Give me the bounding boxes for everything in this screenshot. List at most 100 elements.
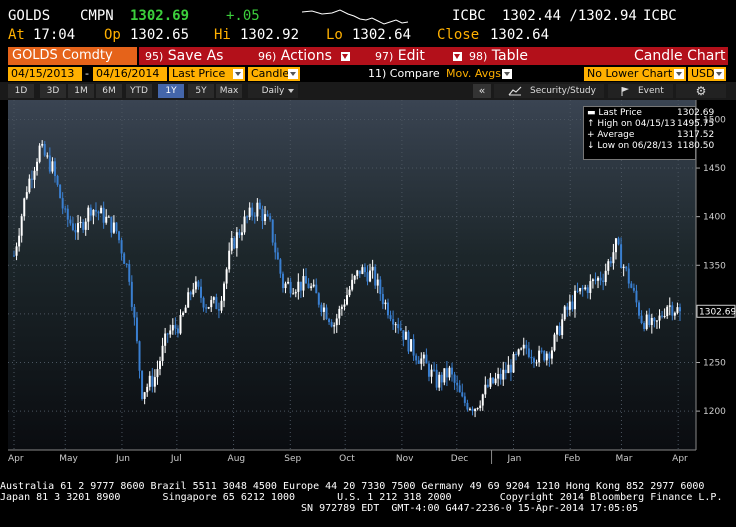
x-tick-label: Jun (115, 454, 130, 464)
ask-source: ICBC (643, 8, 677, 24)
candle-body (182, 312, 185, 316)
candle-body (281, 273, 284, 289)
period-button-3d[interactable]: 3D (40, 84, 66, 98)
candle-body (648, 314, 651, 326)
candle-body (51, 161, 54, 172)
save-as-label: Save As (167, 48, 224, 64)
candle-body (571, 301, 574, 310)
candle-body (517, 349, 520, 355)
price-source: CMPN (80, 8, 114, 24)
candle-body (463, 396, 466, 403)
candle-body (28, 178, 31, 193)
candle-body (430, 369, 433, 377)
frequency-select[interactable]: Daily (248, 84, 298, 98)
candle-body (543, 351, 546, 361)
collapse-button[interactable]: « (473, 84, 491, 98)
mov-avgs-button[interactable]: Mov. Avgs (446, 67, 501, 81)
candle-body (666, 306, 669, 317)
gear-icon: ⚙ (695, 84, 707, 98)
x-tick-label: Aug (228, 454, 246, 464)
x-axis: AprMayJunJulAugSepOctNovDecJanFebMarApr2… (8, 449, 696, 464)
candle-body (415, 355, 418, 361)
candle-body (525, 344, 528, 349)
candle-body (545, 353, 548, 361)
event-button[interactable]: Event (608, 84, 673, 98)
candle-body (18, 235, 21, 247)
start-date: 04/15/2013 (11, 67, 75, 80)
price-type-select[interactable]: Last Price (169, 67, 245, 81)
candle-body (458, 385, 461, 393)
security-field[interactable]: GOLDS Comdty (8, 47, 137, 65)
period-button-1y[interactable]: 1Y (158, 84, 184, 98)
candle-body (494, 378, 497, 384)
legend-item: ↓ Low on 06/28/13 1180.50 (587, 141, 714, 152)
candle-body (302, 276, 305, 291)
edit-menu[interactable]: 97) Edit (375, 47, 463, 65)
x-tick-label: Oct (339, 454, 355, 464)
candle-body (171, 325, 174, 331)
currency-select[interactable]: USD (688, 67, 726, 81)
candle-body (343, 304, 346, 307)
event-label: Event (638, 86, 664, 96)
security-name: GOLDS Comdty (12, 48, 113, 63)
candle-body (138, 341, 141, 371)
period-button-6m[interactable]: 6M (96, 84, 122, 98)
lower-chart-select[interactable]: No Lower Chart (584, 67, 686, 81)
x-tick-label: Nov (396, 454, 414, 464)
footer-line-1: Australia 61 2 9777 8600 Brazil 5511 304… (0, 481, 705, 492)
period-button-1m[interactable]: 1M (68, 84, 94, 98)
candle-body (620, 244, 623, 268)
candle-body (13, 255, 15, 257)
candle-body (638, 302, 641, 316)
compare-button[interactable]: 11) Compare (368, 67, 440, 81)
candle-body (33, 170, 36, 180)
candle-body (151, 375, 154, 387)
candle-body (363, 267, 366, 273)
end-date-field[interactable]: 04/16/2014 (93, 67, 167, 81)
settings-button[interactable]: ⚙ (676, 84, 726, 98)
chart-style-select[interactable]: Candle (248, 67, 300, 81)
x-tick-label: Jan (507, 454, 522, 464)
period-button-ytd[interactable]: YTD (126, 84, 152, 98)
candle-body (192, 289, 195, 295)
candle-body (412, 339, 415, 356)
start-date-field[interactable]: 04/15/2013 (8, 67, 82, 81)
candle-body (653, 317, 656, 322)
y-tick-label: 1450 (703, 164, 726, 174)
candle-body (199, 286, 202, 298)
candle-body (612, 252, 615, 264)
candle-body (312, 284, 315, 287)
candle-body (358, 270, 361, 274)
candle-body (443, 368, 446, 383)
candle-body (538, 350, 541, 363)
actions-menu[interactable]: 96) Actions (258, 47, 351, 65)
chart-title: Candle Chart (634, 48, 726, 64)
candle-body (261, 208, 264, 221)
candle-body (468, 408, 471, 410)
candle-body (164, 333, 167, 346)
candle-body (112, 222, 115, 233)
candle-body (461, 392, 464, 397)
period-button-max[interactable]: Max (216, 84, 242, 98)
security-study-button[interactable]: Security/Study (494, 84, 604, 98)
legend-value: 1317.52 (677, 130, 715, 140)
table-button[interactable]: 98) Table (469, 47, 528, 65)
candle-body (46, 155, 49, 157)
save-as-button[interactable]: 95) Save As (145, 47, 223, 65)
candle-body (627, 268, 630, 284)
candle-body (556, 326, 559, 335)
candle-body (230, 238, 233, 251)
period-button-5y[interactable]: 5Y (188, 84, 214, 98)
candle-body (609, 261, 612, 264)
chevron-down-icon (341, 51, 351, 61)
period-button-1d[interactable]: 1D (8, 84, 34, 98)
candle-body (504, 369, 507, 374)
candle-body (392, 319, 395, 325)
chevron-down-icon[interactable] (502, 69, 512, 79)
candle-body (128, 264, 131, 282)
candle-body (238, 232, 241, 236)
candle-body (407, 331, 410, 352)
actions-label: Actions (280, 48, 332, 64)
candle-body (335, 318, 338, 326)
candle-body (530, 356, 533, 359)
